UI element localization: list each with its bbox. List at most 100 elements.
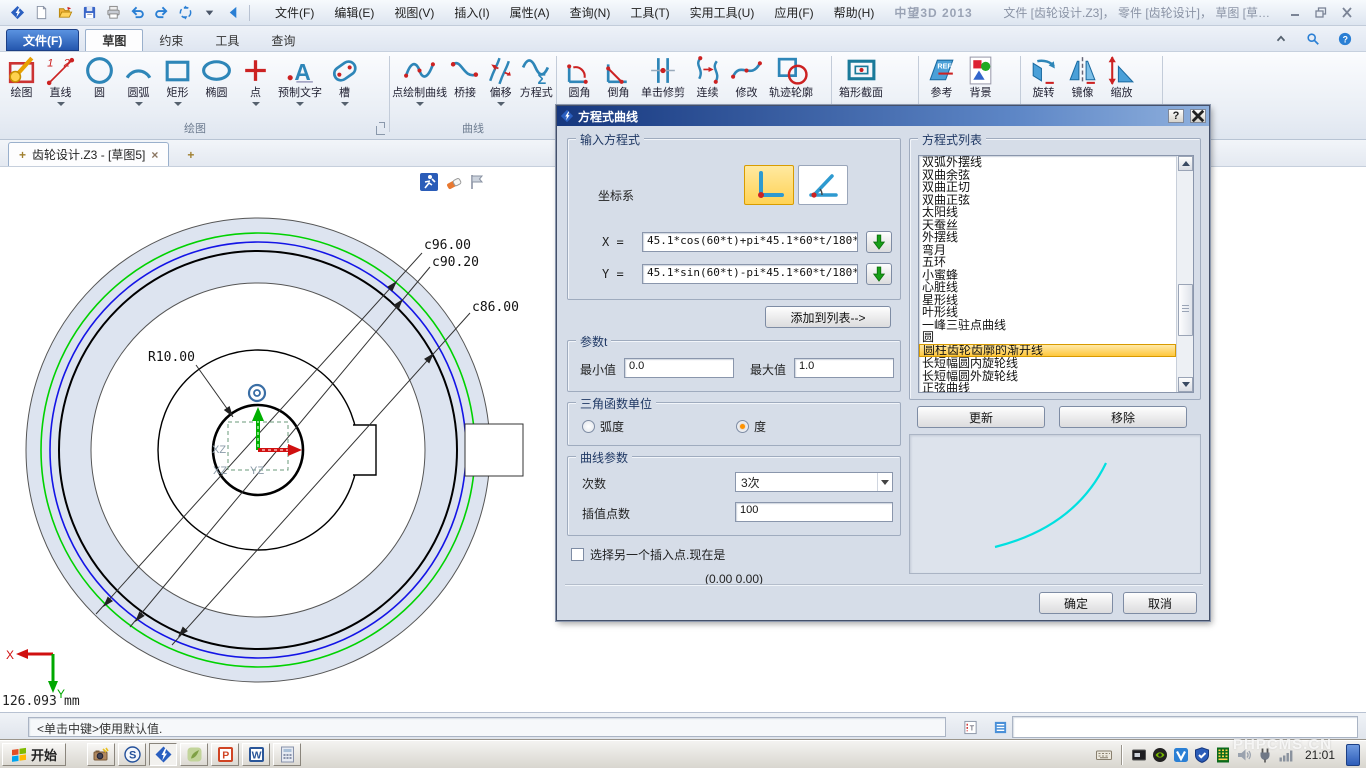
flag-icon[interactable] bbox=[468, 173, 488, 193]
equation-list-item[interactable]: 长短幅圆外旋轮线 bbox=[919, 370, 1176, 383]
collapse-left-icon[interactable] bbox=[222, 3, 244, 23]
ribbon-button[interactable]: 倒角 bbox=[599, 52, 638, 104]
tab-close-icon[interactable]: × bbox=[151, 148, 158, 162]
dialog-launcher-icon[interactable] bbox=[376, 126, 385, 135]
dialog-help-button[interactable]: ? bbox=[1168, 109, 1184, 123]
equation-list-item[interactable]: 双曲正切 bbox=[919, 181, 1176, 194]
ribbon-button[interactable]: 槽 bbox=[325, 52, 364, 108]
menu-item[interactable]: 插入(I) bbox=[444, 2, 499, 23]
menu-item[interactable]: 视图(V) bbox=[384, 2, 444, 23]
restore-button[interactable] bbox=[1312, 6, 1330, 20]
ribbon-button[interactable]: 12直线 bbox=[41, 52, 80, 108]
undo-icon[interactable] bbox=[126, 3, 148, 23]
quick-launch-button[interactable] bbox=[87, 743, 115, 766]
ribbon-button[interactable]: 旋转 bbox=[1024, 52, 1063, 104]
y-apply-button[interactable] bbox=[866, 263, 892, 285]
degree-dropdown[interactable]: 3次 bbox=[735, 472, 893, 492]
equation-list-item[interactable]: 圆柱齿轮齿廓的渐开线 bbox=[919, 344, 1176, 358]
ribbon-button[interactable]: A预制文字 bbox=[275, 52, 325, 108]
ime-grid-icon[interactable] bbox=[1215, 747, 1231, 763]
menu-item[interactable]: 查询(N) bbox=[560, 2, 621, 23]
ribbon-button[interactable]: 椭圆 bbox=[197, 52, 236, 104]
dim-label-c86[interactable]: c86.00 bbox=[472, 300, 519, 315]
app-logo-icon[interactable] bbox=[6, 3, 28, 23]
file-menu-button[interactable]: 文件(F) bbox=[6, 29, 79, 51]
min-value-input[interactable]: 0.0 bbox=[624, 358, 734, 378]
equation-list-item[interactable]: 太阳线 bbox=[919, 206, 1176, 219]
equation-list-item[interactable]: 双弧外摆线 bbox=[919, 156, 1176, 169]
quick-launch-button[interactable] bbox=[180, 743, 208, 766]
equation-list-item[interactable]: 小蜜蜂 bbox=[919, 269, 1176, 282]
ribbon-button[interactable]: 背景 bbox=[961, 52, 1000, 104]
exit-sketch-icon[interactable] bbox=[420, 173, 440, 193]
equation-list-item[interactable]: 外摆线 bbox=[919, 231, 1176, 244]
scroll-down-icon[interactable] bbox=[1178, 377, 1193, 392]
ribbon-button[interactable]: 箱形截面 bbox=[836, 52, 886, 104]
ribbon-button[interactable]: 连续 bbox=[688, 52, 727, 104]
ribbon-button[interactable]: 单击修剪 bbox=[638, 52, 688, 104]
quick-launch-button[interactable]: W bbox=[242, 743, 270, 766]
document-tab[interactable]: + 齿轮设计.Z3 - [草图5] × bbox=[8, 142, 169, 166]
power-plug-icon[interactable] bbox=[1257, 747, 1273, 763]
ribbon-button[interactable]: 缩放 bbox=[1102, 52, 1141, 104]
list-panel-button[interactable] bbox=[988, 717, 1012, 737]
command-input[interactable] bbox=[1012, 716, 1358, 738]
ribbon-button[interactable]: 矩形 bbox=[158, 52, 197, 108]
ribbon-button[interactable]: 点 bbox=[236, 52, 275, 108]
menu-item[interactable]: 属性(A) bbox=[500, 2, 560, 23]
ok-button[interactable]: 确定 bbox=[1039, 592, 1113, 614]
equation-list-item[interactable]: 五环 bbox=[919, 256, 1176, 269]
quick-launch-button[interactable]: S bbox=[118, 743, 146, 766]
ribbon-button[interactable]: 圆 bbox=[80, 52, 119, 104]
ribbon-tab[interactable]: 草图 bbox=[85, 29, 143, 51]
ribbon-button[interactable]: 轨迹轮廓 bbox=[766, 52, 816, 104]
quick-launch-button[interactable] bbox=[273, 743, 301, 766]
cartesian-coord-button[interactable] bbox=[744, 165, 794, 205]
polar-coord-button[interactable] bbox=[798, 165, 848, 205]
equation-list-item[interactable]: 弯月 bbox=[919, 244, 1176, 257]
doc-new-icon[interactable] bbox=[30, 3, 52, 23]
v-tool-icon[interactable] bbox=[1173, 747, 1189, 763]
ribbon-button[interactable]: 偏移 bbox=[483, 52, 519, 108]
radian-radio[interactable]: 弧度 bbox=[582, 418, 624, 435]
menu-item[interactable]: 帮助(H) bbox=[824, 2, 885, 23]
update-button[interactable]: 更新 bbox=[917, 406, 1045, 428]
print-icon[interactable] bbox=[102, 3, 124, 23]
ribbon-tab[interactable]: 工具 bbox=[199, 29, 255, 51]
degree-radio[interactable]: 度 bbox=[736, 418, 766, 435]
equation-list-item[interactable]: 星形线 bbox=[919, 294, 1176, 307]
ribbon-button[interactable]: 修改 bbox=[727, 52, 766, 104]
quick-launch-button[interactable]: P bbox=[211, 743, 239, 766]
nvidia-icon[interactable] bbox=[1152, 747, 1168, 763]
network-signal-icon[interactable] bbox=[1278, 747, 1294, 763]
eraser-icon[interactable] bbox=[444, 173, 464, 193]
menu-item[interactable]: 工具(T) bbox=[620, 2, 679, 23]
menu-item[interactable]: 文件(F) bbox=[265, 2, 324, 23]
equation-list-item[interactable]: 圆 bbox=[919, 331, 1176, 344]
rim-keyway-notch[interactable] bbox=[465, 424, 523, 476]
add-to-list-button[interactable]: 添加到列表--> bbox=[765, 306, 891, 328]
menu-item[interactable]: 实用工具(U) bbox=[680, 2, 765, 23]
ribbon-button[interactable]: 镜像 bbox=[1063, 52, 1102, 104]
dialog-title-bar[interactable]: 方程式曲线 ? bbox=[557, 106, 1209, 126]
folder-open-icon[interactable] bbox=[54, 3, 76, 23]
view-gizmo-icon[interactable] bbox=[174, 3, 196, 23]
magnifier-icon[interactable] bbox=[1302, 29, 1324, 49]
ribbon-button[interactable]: 绘图 bbox=[2, 52, 41, 104]
menu-item[interactable]: 应用(F) bbox=[764, 2, 823, 23]
volume-icon[interactable] bbox=[1236, 747, 1252, 763]
y-equation-input[interactable]: 45.1*sin(60*t)-pi*45.1*60*t/180*cos(60 bbox=[642, 264, 858, 284]
dialog-close-icon[interactable] bbox=[1190, 109, 1206, 123]
start-button[interactable]: 开始 bbox=[2, 743, 66, 766]
chevron-up-icon[interactable] bbox=[1270, 29, 1292, 49]
dim-label-r10[interactable]: R10.00 bbox=[148, 350, 195, 365]
prompt-panel-button[interactable]: T bbox=[958, 717, 982, 737]
equation-list-item[interactable]: 心脏线 bbox=[919, 281, 1176, 294]
new-tab-button[interactable]: + bbox=[179, 144, 202, 166]
ribbon-button[interactable]: 点绘制曲线 bbox=[392, 52, 447, 108]
cancel-button[interactable]: 取消 bbox=[1123, 592, 1197, 614]
ribbon-button[interactable]: 圆角 bbox=[560, 52, 599, 104]
ribbon-tab[interactable]: 查询 bbox=[255, 29, 311, 51]
dropdown-small-icon[interactable] bbox=[198, 3, 220, 23]
redo-icon[interactable] bbox=[150, 3, 172, 23]
